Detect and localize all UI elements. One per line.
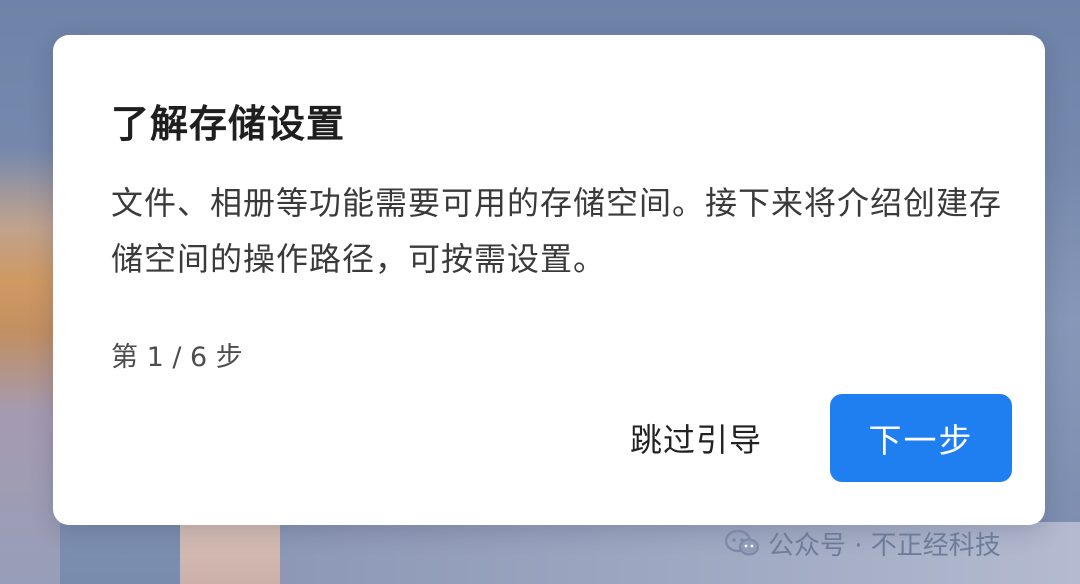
dialog-title: 了解存储设置 [111,102,346,146]
watermark: 公众号 · 不正经科技 [724,526,1001,561]
background-sheet [180,520,280,584]
next-step-button[interactable]: 下一步 [830,394,1012,482]
skip-guide-button[interactable]: 跳过引导 [608,407,784,469]
wechat-icon [724,529,759,556]
background-left-accent [0,150,60,584]
storage-guide-dialog: 了解存储设置 文件、相册等功能需要可用的存储空间。接下来将介绍创建存储空间的操作… [53,35,1045,525]
watermark-text: 公众号 · 不正经科技 [768,530,1001,561]
step-indicator: 第 1 / 6 步 [111,342,243,373]
dialog-description: 文件、相册等功能需要可用的存储空间。接下来将介绍创建存储空间的操作路径，可按需设… [111,184,1003,278]
